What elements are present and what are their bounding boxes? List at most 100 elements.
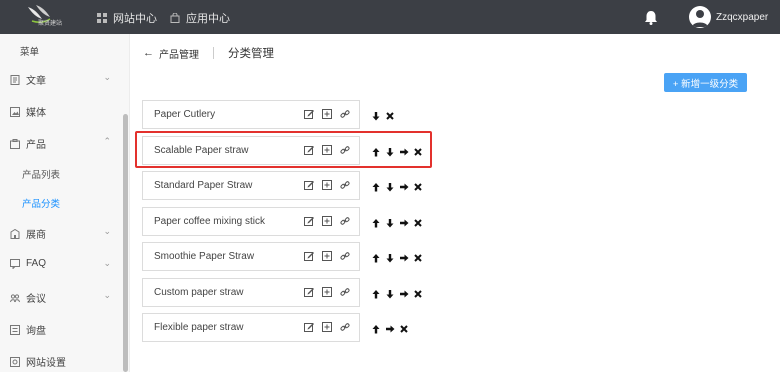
arrow-up-icon[interactable] bbox=[371, 253, 381, 263]
arrow-right-icon[interactable] bbox=[399, 289, 409, 299]
highlight-box bbox=[135, 131, 432, 168]
username[interactable]: Zzqcxpaper bbox=[716, 12, 768, 23]
top-bar: 聚贤建站 网站中心 应用中心 Zzqcxpaper bbox=[0, 0, 780, 34]
category-name: Paper Cutlery bbox=[154, 109, 216, 120]
edit-icon[interactable] bbox=[304, 322, 314, 332]
breadcrumb: ← 产品管理 分类管理 bbox=[143, 45, 274, 61]
add-sub-icon[interactable] bbox=[322, 109, 332, 119]
arrow-up-icon[interactable] bbox=[371, 324, 381, 334]
back-arrow-icon[interactable]: ← bbox=[143, 47, 154, 59]
add-top-category-button[interactable]: + 新增一级分类 bbox=[664, 73, 747, 92]
category-row[interactable]: Custom paper straw bbox=[142, 277, 360, 307]
sort-controls bbox=[371, 289, 423, 299]
bell-icon[interactable] bbox=[644, 10, 658, 25]
category-name: Paper coffee mixing stick bbox=[154, 215, 265, 227]
sidebar-item-exhibitors[interactable]: 展商 ⌄ bbox=[10, 226, 115, 241]
category-row[interactable]: Paper Cutlery bbox=[142, 100, 360, 129]
add-sub-icon[interactable] bbox=[322, 251, 332, 261]
sidebar-item-meetings[interactable]: 会议 ⌄ bbox=[10, 290, 115, 305]
category-row[interactable]: Flexible paper straw bbox=[142, 313, 360, 342]
sidebar-item-label: 媒体 bbox=[26, 108, 46, 119]
inquiry-icon bbox=[10, 324, 20, 335]
breadcrumb-divider bbox=[213, 47, 214, 59]
sort-controls bbox=[371, 253, 423, 263]
arrow-right-icon[interactable] bbox=[385, 324, 395, 334]
sidebar-item-label: 展商 bbox=[26, 230, 46, 241]
logo-text: 聚贤建站 bbox=[38, 21, 63, 27]
link-icon[interactable] bbox=[340, 322, 350, 332]
arrow-down-icon[interactable] bbox=[385, 253, 395, 263]
edit-icon[interactable] bbox=[304, 109, 314, 119]
arrow-down-icon[interactable] bbox=[385, 182, 395, 192]
add-sub-icon[interactable] bbox=[322, 180, 332, 190]
arrow-right-icon[interactable] bbox=[399, 182, 409, 192]
category-name: Standard Paper Straw bbox=[154, 180, 253, 191]
sidebar-item-label: 询盘 bbox=[26, 326, 46, 337]
user-icon bbox=[692, 10, 708, 27]
chevron-up-icon: ⌃ bbox=[103, 136, 111, 146]
sidebar-item-articles[interactable]: 文章 ⌄ bbox=[10, 72, 115, 87]
delete-icon[interactable] bbox=[413, 253, 423, 263]
sidebar-item-faq[interactable]: FAQ ⌄ bbox=[10, 258, 115, 269]
link-icon[interactable] bbox=[340, 287, 350, 297]
chevron-down-icon: ⌄ bbox=[103, 258, 111, 268]
sidebar-item-media[interactable]: 媒体 bbox=[10, 104, 115, 119]
link-icon[interactable] bbox=[340, 109, 350, 119]
link-icon[interactable] bbox=[340, 251, 350, 261]
edit-icon[interactable] bbox=[304, 251, 314, 261]
arrow-up-icon[interactable] bbox=[371, 289, 381, 299]
nav-app-center[interactable]: 应用中心 bbox=[170, 10, 230, 26]
doc-icon bbox=[10, 74, 20, 85]
sidebar-scrollbar[interactable] bbox=[123, 114, 128, 372]
link-icon[interactable] bbox=[340, 180, 350, 190]
category-name: Custom paper straw bbox=[154, 286, 244, 298]
delete-icon[interactable] bbox=[413, 182, 423, 192]
nav-website-center[interactable]: 网站中心 bbox=[97, 10, 157, 26]
arrow-down-icon[interactable] bbox=[385, 289, 395, 299]
category-row[interactable]: Standard Paper Straw bbox=[142, 171, 360, 200]
category-name: Flexible paper straw bbox=[154, 322, 244, 333]
sort-controls bbox=[371, 218, 423, 228]
nav-app-center-label: 应用中心 bbox=[186, 13, 230, 25]
sort-controls bbox=[371, 182, 423, 192]
sidebar-sub-product-category[interactable]: 产品分类 bbox=[22, 196, 60, 210]
edit-icon[interactable] bbox=[304, 216, 314, 226]
delete-icon[interactable] bbox=[399, 324, 409, 334]
arrow-right-icon[interactable] bbox=[399, 253, 409, 263]
delete-icon[interactable] bbox=[413, 289, 423, 299]
faq-icon bbox=[10, 258, 20, 269]
sidebar-item-label: 会议 bbox=[26, 294, 46, 305]
meeting-icon bbox=[10, 293, 20, 302]
arrow-up-icon[interactable] bbox=[371, 182, 381, 192]
add-sub-icon[interactable] bbox=[322, 322, 332, 332]
edit-icon[interactable] bbox=[304, 287, 314, 297]
arrow-right-icon[interactable] bbox=[399, 218, 409, 228]
category-row[interactable]: Paper coffee mixing stick bbox=[142, 206, 360, 236]
page-title: 分类管理 bbox=[228, 48, 274, 60]
building-icon bbox=[10, 228, 20, 239]
sidebar-item-site-settings[interactable]: 网站设置 bbox=[10, 354, 115, 369]
image-icon bbox=[10, 106, 20, 117]
bag-icon bbox=[170, 13, 180, 23]
sidebar-item-label: 文章 bbox=[26, 76, 46, 87]
sidebar-item-products[interactable]: 产品 ⌃ bbox=[10, 136, 115, 151]
sidebar-sub-product-list[interactable]: 产品列表 bbox=[22, 167, 60, 181]
delete-icon[interactable] bbox=[385, 111, 395, 121]
category-row[interactable]: Smoothie Paper Straw bbox=[142, 242, 360, 271]
sidebar-item-inquiries[interactable]: 询盘 bbox=[10, 322, 115, 337]
chevron-down-icon: ⌄ bbox=[103, 290, 111, 300]
breadcrumb-product-management[interactable]: 产品管理 bbox=[159, 46, 199, 61]
link-icon[interactable] bbox=[340, 216, 350, 226]
add-sub-icon[interactable] bbox=[322, 215, 332, 226]
arrow-down-icon[interactable] bbox=[385, 218, 395, 228]
arrow-up-icon[interactable] bbox=[371, 218, 381, 228]
edit-icon[interactable] bbox=[304, 180, 314, 190]
arrow-down-icon[interactable] bbox=[371, 111, 381, 121]
avatar[interactable] bbox=[689, 6, 711, 28]
add-sub-icon[interactable] bbox=[322, 286, 332, 297]
delete-icon[interactable] bbox=[413, 218, 423, 228]
sidebar-item-label: 网站设置 bbox=[26, 358, 66, 369]
sort-controls bbox=[371, 324, 409, 334]
settings-icon bbox=[10, 356, 20, 367]
category-name: Smoothie Paper Straw bbox=[154, 251, 255, 262]
